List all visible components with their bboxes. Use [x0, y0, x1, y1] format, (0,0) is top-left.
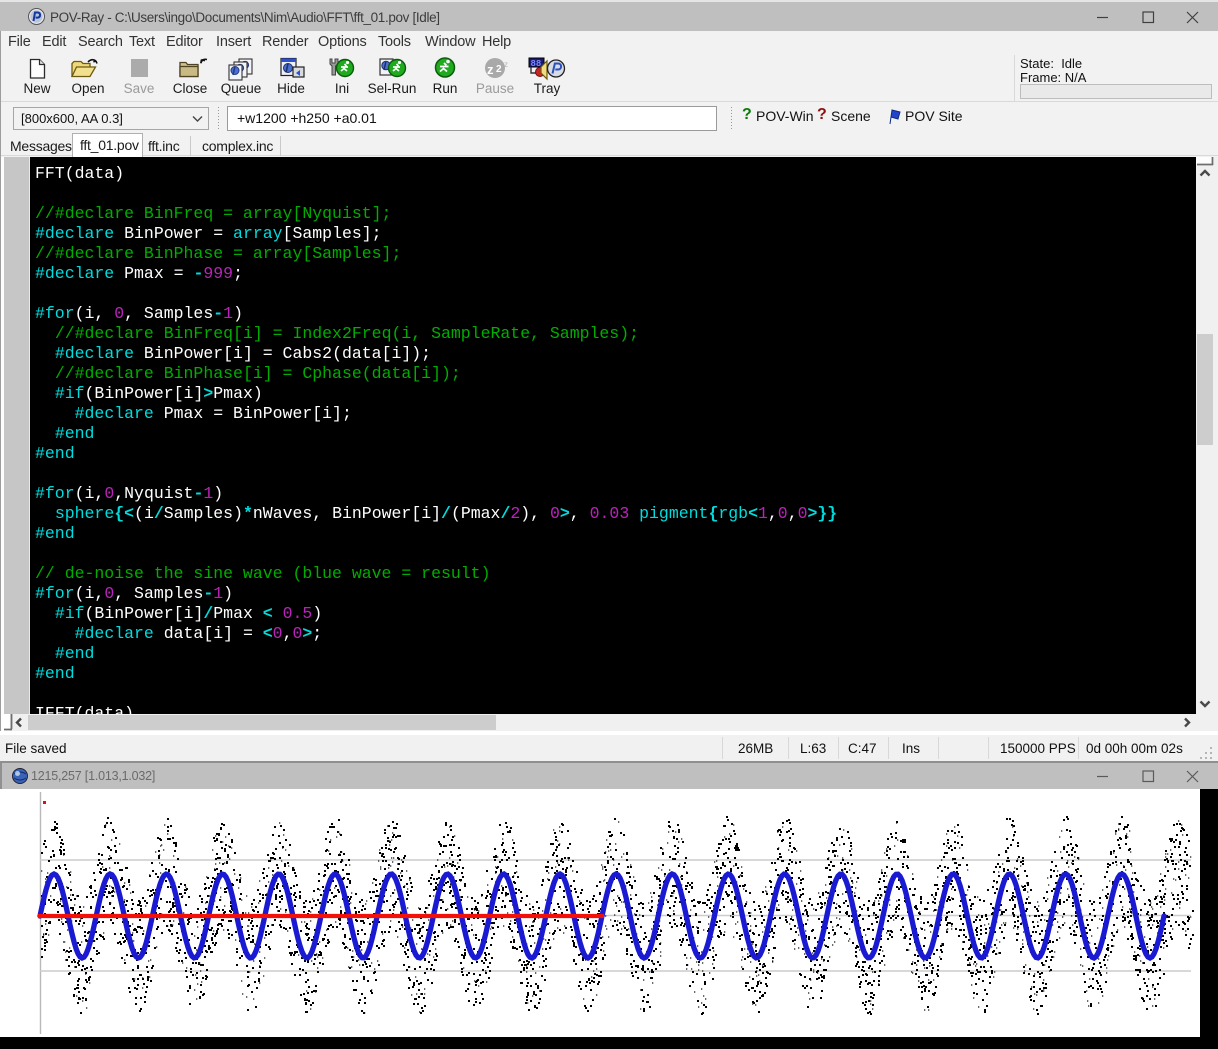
svg-text:z: z	[487, 62, 494, 77]
svg-text:z: z	[504, 60, 508, 69]
svg-text:2: 2	[496, 64, 502, 75]
